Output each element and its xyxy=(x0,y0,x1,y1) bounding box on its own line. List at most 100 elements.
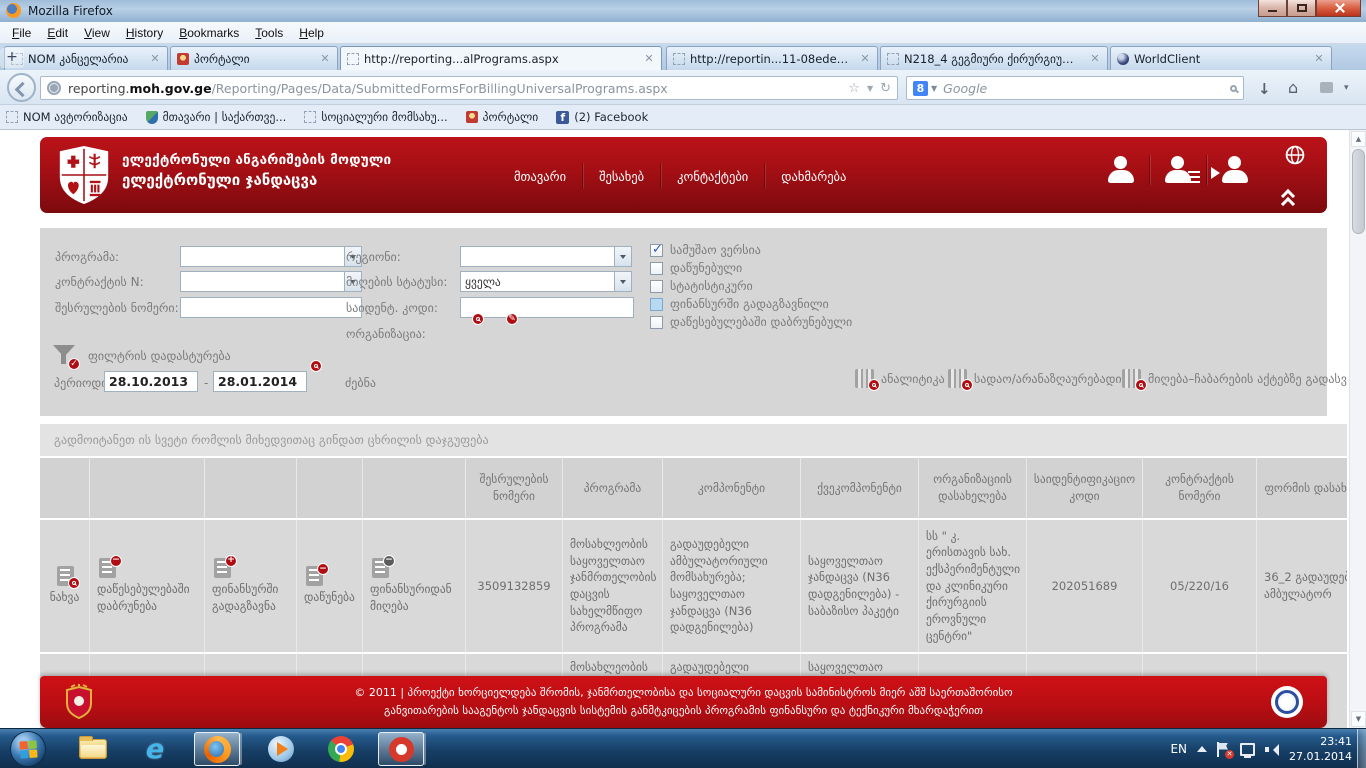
tab-close-icon[interactable]: ✕ xyxy=(319,52,331,65)
acceptance-acts-button[interactable]: მიღება–ჩაბარების აქტებზე გადასვ xyxy=(1122,369,1347,388)
taskbar-chrome-button[interactable] xyxy=(318,732,364,766)
checkbox-returned-to-facility[interactable]: დაწესებულებაში დაბრუნებული xyxy=(650,315,852,329)
menu-bookmarks[interactable]: Bookmarks xyxy=(171,24,247,42)
user-profile-icon[interactable] xyxy=(1103,155,1139,185)
taskbar-opera-button[interactable] xyxy=(378,732,424,766)
menu-help[interactable]: Help xyxy=(291,24,332,42)
col-subcomponent[interactable]: ქვეკომპონენტი xyxy=(801,458,919,518)
nav-contacts[interactable]: კონტაქტები xyxy=(661,164,764,189)
col-program[interactable]: პროგრამა xyxy=(563,458,663,518)
tray-expand-icon[interactable] xyxy=(1197,741,1207,752)
checkbox-sent-to-financial[interactable]: ფინანსურში გადაგზავნილი xyxy=(650,297,829,311)
execution-number-input[interactable] xyxy=(180,297,362,318)
nav-help[interactable]: დახმარება xyxy=(765,164,862,189)
search-icon[interactable] xyxy=(1230,85,1237,92)
menu-view[interactable]: View xyxy=(76,24,118,42)
language-indicator[interactable]: EN xyxy=(1170,742,1187,756)
col-execution-number[interactable]: შესრულების ნომერი xyxy=(466,458,563,518)
search-button-label[interactable]: ძებნა xyxy=(345,376,376,390)
bookmark-social[interactable]: სოციალური მომსახუ... xyxy=(304,110,447,124)
new-tab-button[interactable]: + xyxy=(0,48,24,68)
send-to-financial-button[interactable]: + ფინანსურში გადაგზავნა xyxy=(205,520,297,652)
tab-reporting-active[interactable]: http://reporting...alPrograms.aspx ✕ xyxy=(340,46,662,70)
scroll-down-icon[interactable]: ▼ xyxy=(1351,711,1366,727)
menu-tools[interactable]: Tools xyxy=(247,24,291,42)
logout-icon[interactable] xyxy=(1217,155,1253,185)
region-dropdown[interactable] xyxy=(460,246,632,267)
close-button[interactable] xyxy=(1316,0,1361,17)
url-dropdown-icon[interactable]: ▼ xyxy=(867,84,873,93)
show-desktop-button[interactable] xyxy=(1357,729,1366,768)
program-dropdown[interactable] xyxy=(180,246,362,267)
taskbar-firefox-button[interactable] xyxy=(194,732,240,766)
return-to-facility-button[interactable]: − დაწესებულებაში დაბრუნება xyxy=(90,520,205,652)
bookmark-star-icon[interactable]: ☆ xyxy=(848,81,860,96)
tab-reporting-2[interactable]: http://reportin...11-08eded5c83dc ✕ xyxy=(666,46,878,70)
view-button[interactable]: ნახვა xyxy=(40,520,90,652)
tab-close-icon[interactable]: ✕ xyxy=(859,52,871,65)
tab-close-icon[interactable]: ✕ xyxy=(643,52,655,65)
collapse-header-icon[interactable] xyxy=(1281,191,1299,207)
user-list-icon[interactable] xyxy=(1160,155,1196,185)
menu-file[interactable]: File xyxy=(4,24,39,42)
col-ident-code[interactable]: საიდენტიფიკაციო კოდი xyxy=(1027,458,1143,518)
minimize-button[interactable] xyxy=(1258,0,1287,17)
tab-close-icon[interactable]: ✕ xyxy=(149,52,161,65)
tab-worldclient[interactable]: WorldClient ✕ xyxy=(1110,46,1332,70)
taskbar-wmp-button[interactable] xyxy=(258,732,304,766)
tab-close-icon[interactable]: ✕ xyxy=(1089,52,1101,65)
toolbar-overflow-icon[interactable]: ▾ xyxy=(1344,83,1349,93)
status-dropdown[interactable]: ყველა xyxy=(460,271,632,292)
reload-icon[interactable]: ↻ xyxy=(880,81,891,96)
receive-from-financial-button[interactable]: − ფინანსურიდან მიღება xyxy=(363,520,466,652)
col-organization[interactable]: ორგანიზაციის დასახელება xyxy=(919,458,1027,518)
col-form-name[interactable]: ფორმის დასახელება xyxy=(1257,458,1347,518)
language-globe-icon[interactable] xyxy=(1285,145,1305,165)
vertical-scrollbar[interactable]: ▲ ▼ xyxy=(1349,130,1366,728)
bookmark-facebook[interactable]: f (2) Facebook xyxy=(556,110,648,124)
tab-close-icon[interactable]: ✕ xyxy=(1313,52,1325,65)
checkbox-statistical[interactable]: სტატისტიკური xyxy=(650,279,753,293)
site-identity-icon[interactable] xyxy=(47,81,61,95)
bookmark-portal[interactable]: პორტალი xyxy=(466,110,539,124)
col-component[interactable]: კომპონენტი xyxy=(663,458,801,518)
tab-n218[interactable]: N218_4 გეგმიური ქირურგიულ... ✕ xyxy=(880,46,1108,70)
start-button[interactable] xyxy=(10,731,46,767)
menu-history[interactable]: History xyxy=(118,24,171,42)
taskbar-ie-button[interactable]: e xyxy=(132,732,178,766)
nav-about[interactable]: შესახებ xyxy=(583,164,660,189)
scroll-up-icon[interactable]: ▲ xyxy=(1351,131,1366,147)
search-engine-dropdown-icon[interactable]: ▼ xyxy=(931,84,937,93)
addon-icon[interactable] xyxy=(1320,82,1333,93)
contract-dropdown[interactable] xyxy=(180,271,362,292)
tab-portal[interactable]: პორტალი ✕ xyxy=(170,46,338,70)
volume-icon[interactable] xyxy=(1265,743,1279,756)
url-bar[interactable]: reporting.moh.gov.ge/Reporting/Pages/Dat… xyxy=(40,76,898,100)
disputed-button[interactable]: სადაო/არანაზღაურებადი xyxy=(948,369,1122,388)
google-search-engine-icon[interactable]: 8 xyxy=(913,81,928,96)
nav-home[interactable]: მთავარი xyxy=(498,164,582,189)
downloads-icon[interactable] xyxy=(1258,79,1274,95)
apply-filter-button[interactable]: ✓ ფილტრის დადასტურება xyxy=(52,344,231,368)
checkbox-rejected[interactable]: დაწუნებული xyxy=(650,261,742,275)
bookmark-nom[interactable]: NOM ავტორიზაცია xyxy=(6,110,128,124)
ident-code-input[interactable] xyxy=(460,297,634,318)
network-icon[interactable] xyxy=(1240,743,1255,756)
action-center-flag-icon[interactable]: ✕ xyxy=(1217,742,1230,757)
analytics-button[interactable]: ანალიტიკა xyxy=(855,369,945,388)
col-contract-number[interactable]: კონტრაქტის ნომერი xyxy=(1143,458,1257,518)
taskbar-explorer-button[interactable] xyxy=(70,732,116,766)
home-icon[interactable]: ⌂ xyxy=(1288,78,1298,97)
maximize-button[interactable] xyxy=(1287,0,1316,17)
search-bar[interactable]: 8 ▼ Google xyxy=(906,76,1244,100)
date-to-input[interactable] xyxy=(213,371,307,392)
back-button[interactable] xyxy=(7,73,36,102)
group-by-hint-bar[interactable]: გადმოიტანეთ ის სვეტი რომლის მიხედვითაც გ… xyxy=(40,424,1347,456)
reject-button[interactable]: − დაწუნება xyxy=(297,520,363,652)
scrollbar-thumb[interactable] xyxy=(1352,149,1365,234)
menu-edit[interactable]: Edit xyxy=(39,24,76,42)
bookmark-mtavari[interactable]: მთავარი | საქართვე... xyxy=(146,110,287,124)
date-from-input[interactable] xyxy=(104,371,198,392)
checkbox-working-version[interactable]: სამუშაო ვერსია xyxy=(650,243,761,257)
clock[interactable]: 23:41 27.01.2014 xyxy=(1289,734,1352,764)
